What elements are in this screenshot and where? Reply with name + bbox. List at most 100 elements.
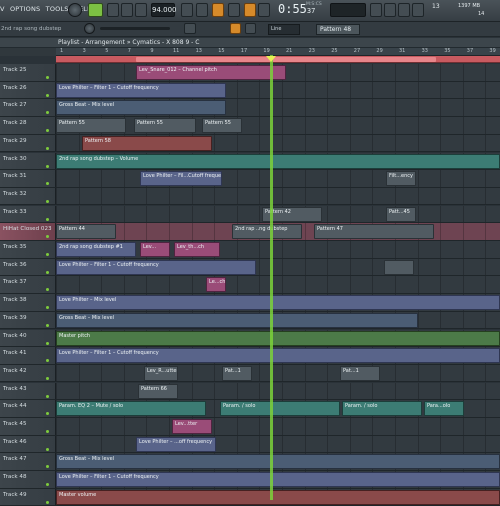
- track-lane[interactable]: Love Philter – Mix level: [56, 294, 500, 311]
- track-mute-led-icon[interactable]: [46, 359, 49, 363]
- track-header[interactable]: Track 35: [0, 241, 56, 258]
- playlist-clip[interactable]: Pattern 55: [56, 118, 126, 134]
- track-mute-led-icon[interactable]: [46, 447, 49, 451]
- playlist-clip[interactable]: Pattern 58: [82, 135, 212, 151]
- track-lane[interactable]: Gross Beat – Mix level: [56, 453, 500, 470]
- track-lane[interactable]: Pattern 66: [56, 382, 500, 400]
- track-mute-led-icon[interactable]: [46, 111, 49, 115]
- playlist-clip[interactable]: Love Philter – Filter 1 – Cutoff frequen…: [56, 259, 256, 275]
- track-header[interactable]: Track 42: [0, 364, 56, 382]
- playlist-clip[interactable]: Love Philter – Filter 1 – Cutoff frequen…: [56, 82, 226, 98]
- record-button[interactable]: [135, 3, 147, 17]
- track-header[interactable]: HiHat Closed 023: [0, 223, 56, 240]
- loop-record-button[interactable]: [228, 3, 240, 17]
- playlist-clip[interactable]: Pattern 66: [138, 383, 178, 399]
- playlist-clip[interactable]: 2nd rap song dubstep – Volume: [56, 153, 500, 169]
- playlist-clip[interactable]: Pattern 55: [134, 118, 196, 134]
- browser-button[interactable]: [412, 3, 424, 17]
- track-mute-led-icon[interactable]: [46, 376, 49, 380]
- playlist-clip[interactable]: Lev_th...ch: [174, 242, 220, 257]
- track-lane[interactable]: Love Philter – Filter 1 – Cutoff frequen…: [56, 471, 500, 488]
- playlist-clip[interactable]: Gross Beat – Mix level: [56, 312, 418, 328]
- track-lane[interactable]: Pattern 42 Patt...45: [56, 205, 500, 223]
- track-lane[interactable]: Love Philter – Fil...Cutoff frequency Fil…: [56, 170, 500, 187]
- track-lane[interactable]: Love Philter – Filter 1 – Cutoff frequen…: [56, 347, 500, 364]
- track-mute-led-icon[interactable]: [46, 199, 49, 203]
- track-lane[interactable]: 2nd rap song dubstep #1 Lev... Lev_th...ch: [56, 241, 500, 258]
- play-button[interactable]: [107, 3, 119, 17]
- playlist-clip[interactable]: Gross Beat – Mix level: [56, 454, 500, 470]
- playlist-clip[interactable]: Param. / solo: [220, 401, 340, 417]
- playlist-clip[interactable]: Pattern 44: [56, 224, 116, 240]
- track-mute-led-icon[interactable]: [46, 164, 49, 168]
- horizontal-scrollbar[interactable]: [56, 56, 500, 63]
- track-header[interactable]: Track 26: [0, 81, 56, 99]
- paint-tool-icon[interactable]: [245, 23, 256, 34]
- pat-song-toggle[interactable]: [88, 3, 103, 17]
- snap-select[interactable]: Line: [268, 24, 300, 35]
- track-header[interactable]: Track 29: [0, 134, 56, 152]
- playlist-clip[interactable]: Lev_R...utter: [144, 365, 178, 381]
- track-header[interactable]: Track 33: [0, 205, 56, 223]
- track-header[interactable]: Track 47: [0, 453, 56, 470]
- track-mute-led-icon[interactable]: [46, 323, 49, 327]
- track-header[interactable]: Track 49: [0, 488, 56, 506]
- track-mute-led-icon[interactable]: [46, 412, 49, 416]
- track-lane[interactable]: Love Philter – Filter 1 – Cutoff frequen…: [56, 258, 500, 276]
- track-mute-led-icon[interactable]: [46, 253, 49, 256]
- track-header[interactable]: Track 40: [0, 329, 56, 347]
- playlist-clip[interactable]: Master pitch: [56, 330, 500, 346]
- track-lane[interactable]: Pattern 55 Pattern 55 Pattern 55: [56, 117, 500, 134]
- track-mute-led-icon[interactable]: [46, 500, 49, 504]
- wait-button[interactable]: [258, 3, 270, 17]
- playlist-clip[interactable]: Pat...1: [222, 365, 252, 381]
- stop-button[interactable]: [121, 3, 133, 17]
- track-mute-led-icon[interactable]: [46, 76, 49, 79]
- track-mute-led-icon[interactable]: [46, 483, 49, 487]
- playlist-clip[interactable]: Lev...tter: [172, 419, 212, 434]
- track-header[interactable]: Track 38: [0, 294, 56, 311]
- menu-v[interactable]: V: [0, 5, 5, 13]
- track-header[interactable]: Track 25: [0, 64, 56, 81]
- track-lane[interactable]: Lev_R...utter Pat...1 Pat...1: [56, 364, 500, 382]
- playlist-clip[interactable]: 2nd rap ..ng dubstep: [232, 224, 302, 240]
- track-lane[interactable]: Lev...tter: [56, 418, 500, 435]
- track-header[interactable]: Track 32: [0, 187, 56, 205]
- playlist-clip[interactable]: Master volume: [56, 489, 500, 505]
- scrollbar-thumb[interactable]: [136, 57, 436, 62]
- track-lane[interactable]: Love Philter – ...off frequency: [56, 435, 500, 453]
- playlist-clip[interactable]: Param. / solo: [342, 401, 422, 417]
- track-lane[interactable]: Lev_Snare_012 – Channel pitch: [56, 64, 500, 81]
- pitch-knob[interactable]: [84, 23, 95, 34]
- track-mute-led-icon[interactable]: [46, 341, 49, 345]
- playlist-clip[interactable]: Pat...1: [340, 365, 380, 381]
- playlist-clip[interactable]: [384, 259, 414, 275]
- track-mute-led-icon[interactable]: [46, 270, 49, 274]
- pattern-selector[interactable]: Pattern 48: [316, 24, 360, 35]
- draw-tool-icon[interactable]: [230, 23, 241, 34]
- track-mute-led-icon[interactable]: [46, 288, 49, 292]
- track-lane[interactable]: Pattern 58: [56, 134, 500, 152]
- playlist-clip[interactable]: Gross Beat – Mix level: [56, 100, 226, 116]
- playlist-clip[interactable]: Le...ch: [206, 277, 226, 293]
- playlist-clip[interactable]: Love Philter – Mix level: [56, 295, 500, 311]
- tempo-display[interactable]: 94.000: [151, 3, 177, 17]
- playlist-clip[interactable]: Filt...ency: [386, 171, 416, 187]
- track-lane[interactable]: Param. EQ 2 – Mute / solo Param. / solo Pa…: [56, 400, 500, 417]
- track-lane[interactable]: [56, 187, 500, 205]
- playhead[interactable]: [270, 55, 273, 500]
- track-lane[interactable]: Gross Beat – Mix level: [56, 311, 500, 329]
- playlist-clip[interactable]: Love Philter – Filter 1 – Cutoff frequen…: [56, 472, 500, 488]
- track-header[interactable]: Track 31: [0, 170, 56, 187]
- track-lane[interactable]: Love Philter – Filter 1 – Cutoff frequen…: [56, 81, 500, 99]
- track-header[interactable]: Track 44: [0, 400, 56, 417]
- playlist-overview[interactable]: [0, 48, 56, 56]
- track-mute-led-icon[interactable]: [46, 146, 49, 150]
- track-header[interactable]: Track 27: [0, 99, 56, 116]
- track-header[interactable]: Track 46: [0, 435, 56, 453]
- menu-options[interactable]: OPTIONS: [10, 5, 40, 13]
- snap-icon[interactable]: [184, 23, 196, 34]
- playlist-clip[interactable]: Para...olo: [424, 401, 464, 417]
- playlist-clip[interactable]: Lev_Snare_012 – Channel pitch: [136, 65, 286, 80]
- playlist-clip[interactable]: Patt...45: [386, 206, 416, 222]
